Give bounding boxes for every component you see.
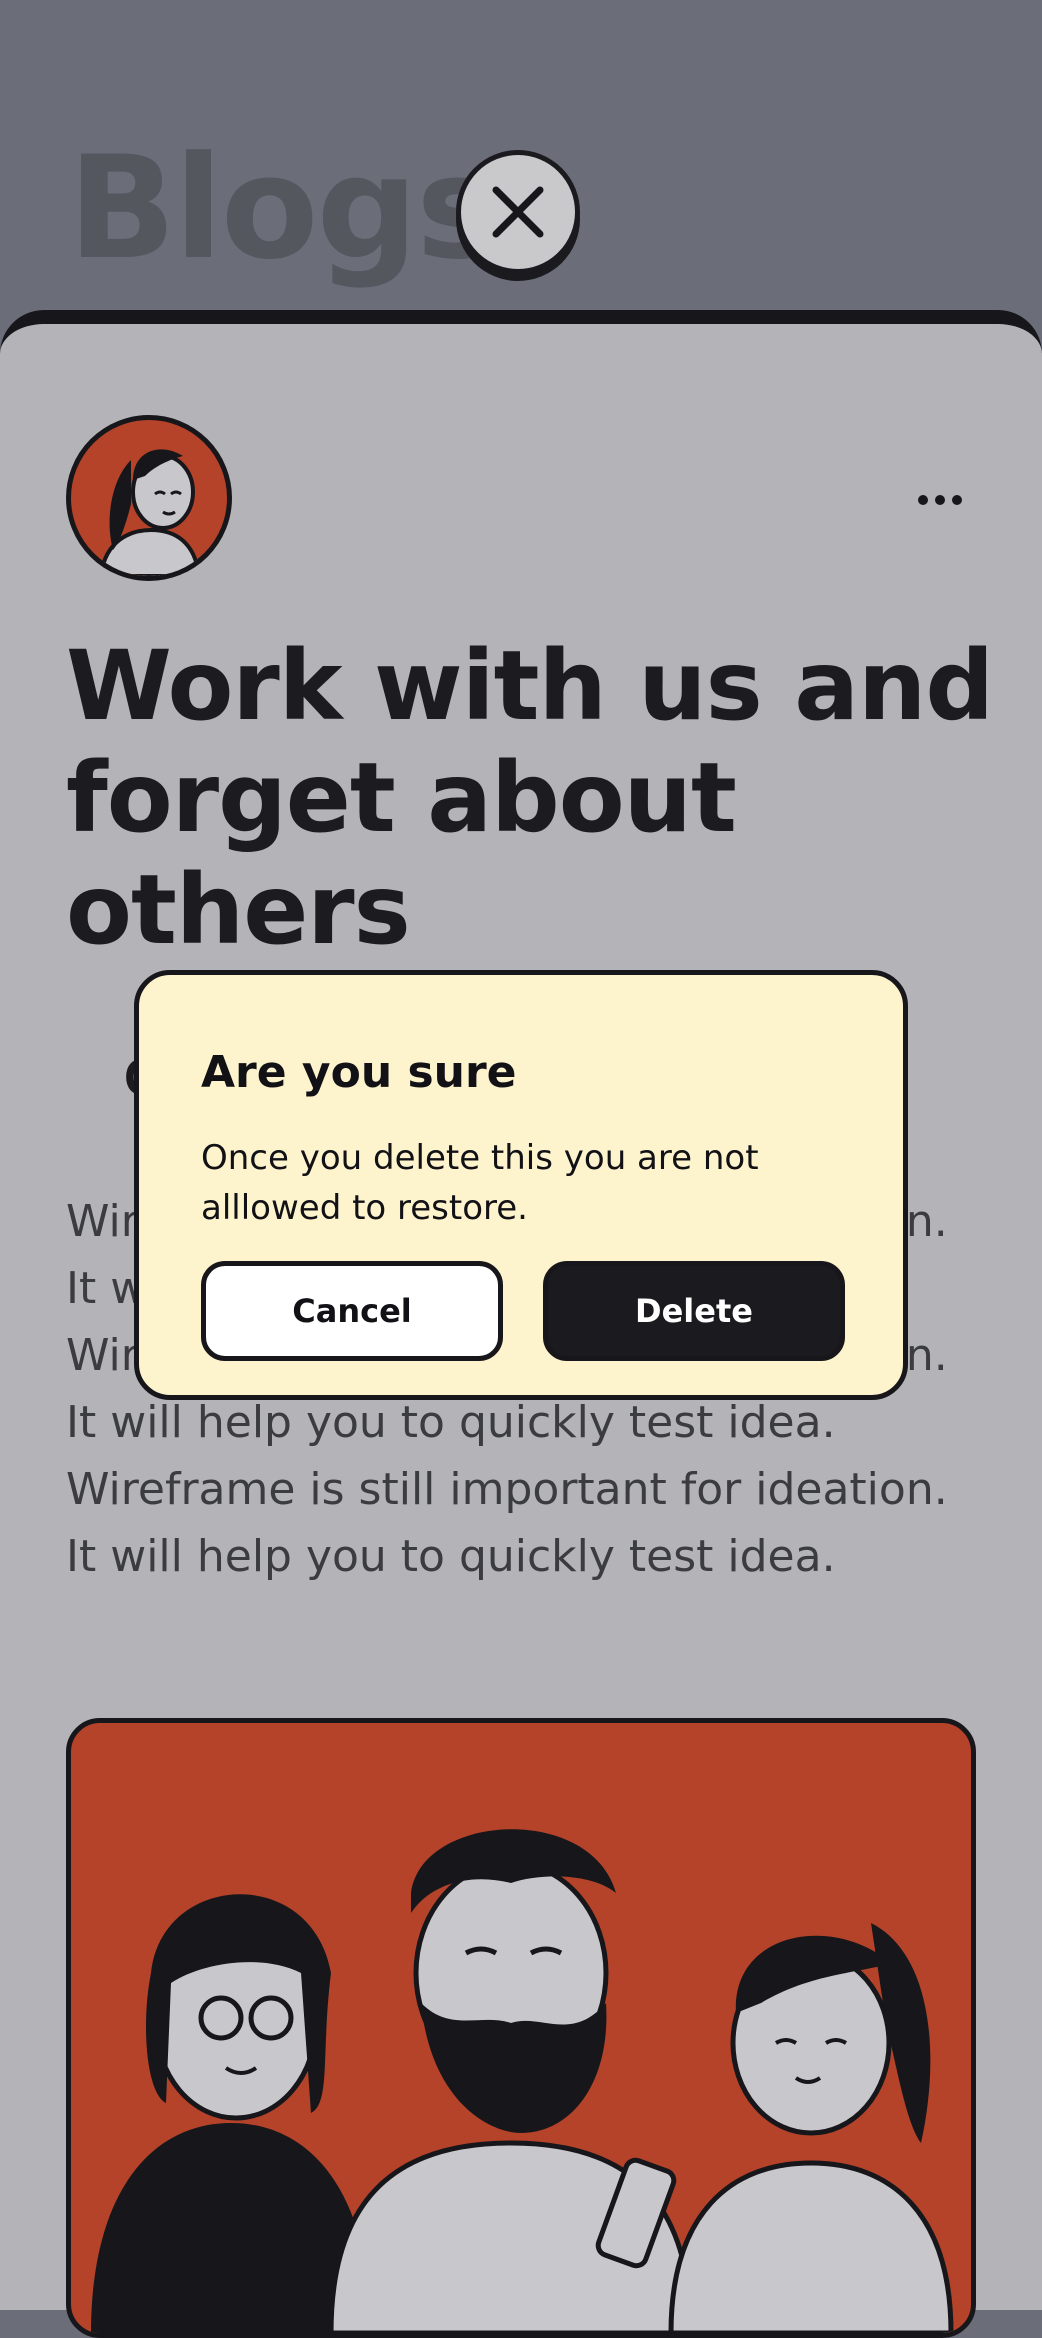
post-hero-image: [66, 1718, 976, 2338]
blogs-title: Blogs: [68, 126, 501, 291]
more-horizontal-icon: [918, 495, 928, 505]
more-options-button[interactable]: [905, 480, 975, 520]
dialog-message: Once you delete this you are not alllowe…: [201, 1138, 759, 1228]
avatar-illustration: [98, 449, 202, 576]
cancel-button[interactable]: Cancel: [201, 1261, 503, 1361]
close-button[interactable]: [456, 150, 580, 274]
post-headline: Work with us and forget about others: [66, 630, 994, 966]
author-avatar[interactable]: [66, 415, 232, 581]
close-icon: [492, 186, 544, 238]
delete-button[interactable]: Delete: [543, 1261, 845, 1361]
confirm-delete-dialog: Are you sure Once you delete this you ar…: [134, 970, 908, 1400]
people-illustration: [91, 1829, 954, 2333]
dialog-title: Are you sure: [201, 1047, 517, 1098]
